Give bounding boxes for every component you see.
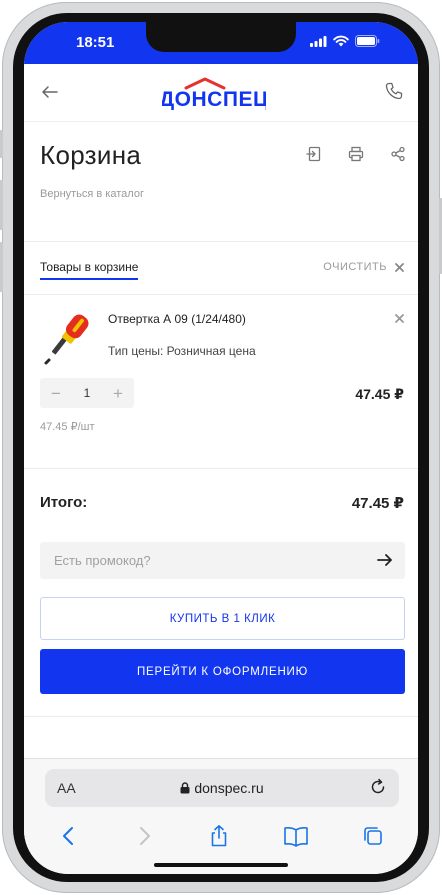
phone-icon[interactable] [384, 81, 404, 101]
screwdriver-image[interactable] [40, 310, 96, 366]
total-value: 47.45 ₽ [351, 495, 404, 512]
divider [24, 294, 418, 295]
reload-icon[interactable] [369, 778, 387, 796]
back-arrow-icon[interactable] [40, 82, 60, 102]
address-bar[interactable]: AA donspec.ru [45, 769, 399, 807]
quantity-value[interactable]: 1 [84, 386, 91, 400]
share-icon[interactable] [390, 146, 406, 162]
export-icon[interactable] [306, 146, 322, 162]
signal-icon [310, 35, 327, 47]
wifi-icon [333, 35, 349, 47]
chevron-left-icon[interactable] [58, 825, 80, 847]
quantity-stepper: − 1 + [40, 378, 134, 408]
divider [24, 468, 418, 469]
clear-cart-button[interactable]: ОЧИСТИТЬ [323, 261, 404, 273]
back-to-catalog-link[interactable]: Вернуться в каталог [40, 188, 144, 200]
remove-item-icon[interactable] [395, 314, 404, 323]
side-button [0, 180, 3, 230]
browser-toolbar: AA donspec.ru [24, 758, 418, 874]
share-upload-icon[interactable] [208, 824, 230, 848]
page-title: Корзина [40, 140, 142, 170]
item-price-type: Тип цены: Розничная цена [108, 344, 256, 358]
decrease-quantity-button[interactable]: − [48, 385, 64, 402]
bookmarks-icon[interactable] [283, 825, 309, 847]
phone-screen: 18:51 ДОНСПЕЦ Корзина Вернуться в катало… [24, 22, 418, 874]
status-bar: 18:51 [24, 22, 418, 64]
tabs-icon[interactable] [362, 825, 384, 847]
divider [24, 241, 418, 242]
checkout-button[interactable]: ПЕРЕЙТИ К ОФОРМЛЕНИЮ [40, 649, 405, 694]
item-name[interactable]: Отвертка А 09 (1/24/480) [108, 312, 246, 326]
battery-icon [355, 35, 380, 47]
item-total-price: 47.45 ₽ [355, 386, 404, 402]
url-display: donspec.ru [45, 780, 399, 796]
item-unit-price: 47.45 ₽/шт [40, 421, 95, 433]
site-logo[interactable]: ДОНСПЕЦ [159, 76, 268, 115]
lock-icon [180, 782, 190, 794]
title-actions [306, 146, 406, 162]
total-label: Итого: [40, 494, 88, 511]
logo-mark: ДОНСПЕЦ [159, 77, 268, 111]
promo-code-input[interactable] [40, 542, 340, 579]
status-icons [310, 35, 380, 47]
chevron-right-icon[interactable] [133, 825, 155, 847]
status-time: 18:51 [76, 34, 115, 51]
url-text: donspec.ru [194, 780, 264, 796]
browser-nav [24, 819, 418, 853]
svg-text:ДОНСПЕЦ: ДОНСПЕЦ [162, 88, 266, 110]
side-button [0, 242, 3, 292]
tab-cart-items[interactable]: Товары в корзине [40, 260, 139, 280]
buy-one-click-button[interactable]: КУПИТЬ В 1 КЛИК [40, 597, 405, 640]
print-icon[interactable] [348, 146, 364, 162]
site-header: ДОНСПЕЦ [24, 64, 418, 122]
notch [146, 22, 296, 52]
clear-cart-label: ОЧИСТИТЬ [323, 261, 387, 273]
divider [24, 716, 418, 717]
increase-quantity-button[interactable]: + [110, 385, 126, 402]
home-indicator [154, 863, 288, 867]
close-icon [395, 262, 404, 272]
side-button [0, 130, 3, 158]
promo-code-field [40, 542, 405, 579]
arrow-right-icon[interactable] [377, 553, 393, 567]
